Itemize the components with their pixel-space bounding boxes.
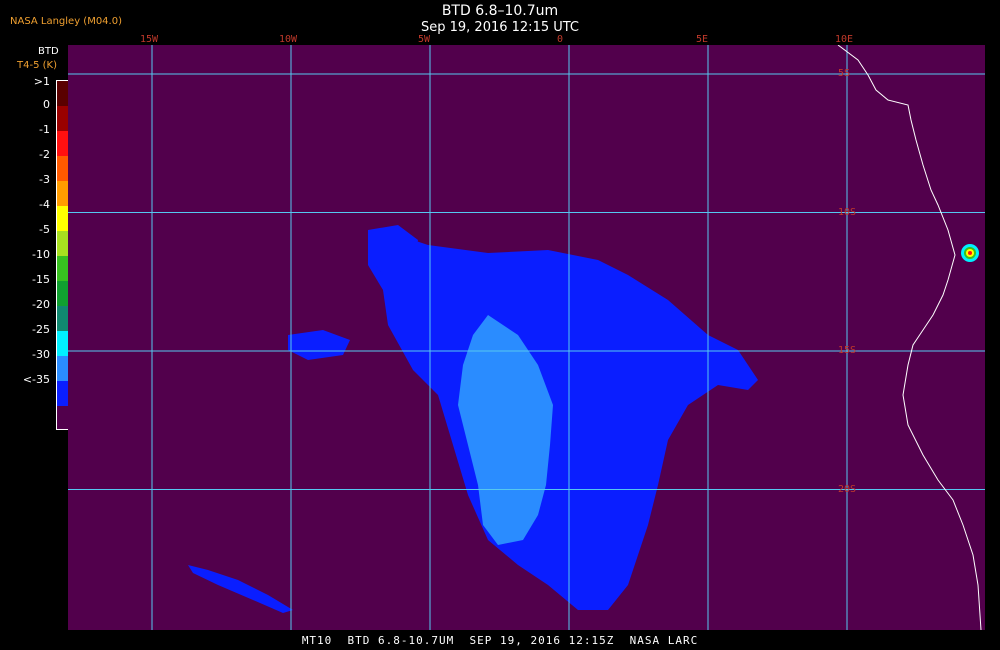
- legend-label: -25: [32, 323, 50, 336]
- legend-label: -1: [39, 123, 50, 136]
- legend-heading: BTD: [38, 46, 59, 57]
- legend-label: -5: [39, 223, 50, 236]
- satellite-map[interactable]: [68, 44, 985, 631]
- legend-units: T4-5 (K): [17, 60, 57, 71]
- legend-label: -4: [39, 198, 50, 211]
- legend-label: -10: [32, 248, 50, 261]
- legend-label: -20: [32, 298, 50, 311]
- legend-label: >1: [33, 75, 50, 88]
- convective-cell: [961, 244, 979, 262]
- longitude-label: 5W: [418, 34, 431, 45]
- legend-label: -3: [39, 173, 50, 186]
- header-date: Sep 19, 2016 12:15 UTC: [420, 20, 580, 35]
- map-canvas: [68, 44, 985, 631]
- latitude-label: 10S: [838, 206, 857, 218]
- latitude-label: 20S: [838, 483, 857, 495]
- legend-label: <-35: [22, 373, 50, 386]
- latitude-label: 15S: [838, 345, 857, 356]
- provider-label: NASA Langley (M04.0): [10, 16, 122, 27]
- longitude-label: 15W: [140, 34, 159, 45]
- longitude-label: 5E: [696, 34, 709, 45]
- longitude-label: 10E: [835, 34, 854, 45]
- legend-label: -30: [32, 348, 50, 361]
- longitude-label: 0: [557, 34, 564, 45]
- header-title: BTD 6.8–10.7um: [441, 3, 559, 19]
- convective-cell-core: [968, 251, 972, 255]
- footer-caption: MT10 BTD 6.8-10.7UM SEP 19, 2016 12:15Z …: [301, 634, 699, 647]
- legend-label: -2: [39, 148, 50, 161]
- latitude-label: 5S: [838, 68, 851, 79]
- legend-label: 0: [43, 98, 50, 111]
- longitude-label: 10W: [279, 34, 298, 45]
- legend-label: -15: [32, 273, 50, 286]
